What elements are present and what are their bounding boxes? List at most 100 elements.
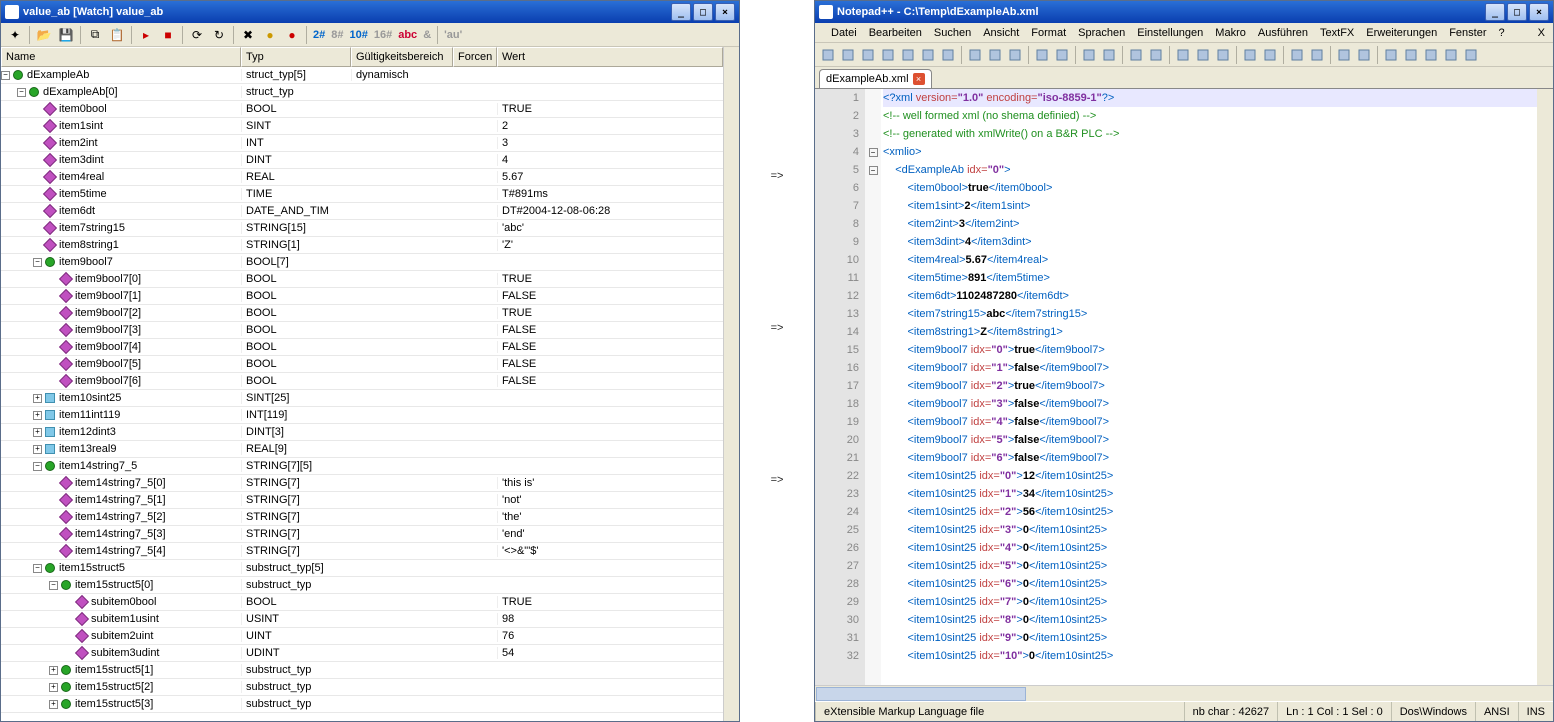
row-value[interactable]: FALSE [497,375,723,387]
menu-item[interactable]: Ausführen [1252,25,1314,41]
menu-item[interactable]: Suchen [928,25,977,41]
step-icon[interactable]: ⟳ [187,25,207,45]
table-row[interactable]: +item10sint25SINT[25] [1,390,723,407]
table-row[interactable]: item7string15STRING[15]'abc' [1,220,723,237]
print-icon[interactable] [939,46,957,64]
close-button[interactable]: × [1529,3,1549,21]
col-name[interactable]: Name [1,47,241,67]
table-row[interactable]: item6dtDATE_AND_TIMDT#2004-12-08-06:28 [1,203,723,220]
file-tab[interactable]: dExampleAb.xml × [819,69,932,88]
close-icon[interactable] [899,46,917,64]
tab-close-icon[interactable]: × [913,73,925,85]
fmt-hex[interactable]: 16# [372,29,394,41]
watch-titlebar[interactable]: value_ab [Watch] value_ab _ □ × [1,1,739,23]
table-row[interactable]: +item15struct5[3]substruct_typ [1,696,723,713]
row-value[interactable]: T#891ms [497,188,723,200]
fold-icon[interactable] [1288,46,1306,64]
expand-icon[interactable]: + [33,394,42,403]
col-gueltig[interactable]: Gültigkeitsbereich [351,47,453,67]
editor-vscroll[interactable] [1537,89,1553,685]
maximize-button[interactable]: □ [693,3,713,21]
table-row[interactable]: item9bool7[4]BOOLFALSE [1,339,723,356]
code-area[interactable]: <?xml version="1.0" encoding="iso-8859-1… [881,89,1537,685]
save-icon[interactable] [859,46,877,64]
open-icon[interactable] [839,46,857,64]
table-row[interactable]: item9bool7[1]BOOLFALSE [1,288,723,305]
fold-icon[interactable]: − [869,166,878,175]
table-row[interactable]: item9bool7[3]BOOLFALSE [1,322,723,339]
menu-item[interactable]: TextFX [1314,25,1360,41]
menu-item[interactable]: Sprachen [1072,25,1131,41]
expand-icon[interactable]: − [17,88,26,97]
save-icon[interactable]: 💾 [56,25,76,45]
table-row[interactable]: item14string7_5[0]STRING[7]'this is' [1,475,723,492]
table-row[interactable]: item14string7_5[1]STRING[7]'not' [1,492,723,509]
table-row[interactable]: item4realREAL5.67 [1,169,723,186]
refresh-icon[interactable]: ↻ [209,25,229,45]
row-value[interactable]: '<>&"'$' [497,545,723,557]
code-editor[interactable]: 1234567891011121314151617181920212223242… [815,89,1553,685]
copy-icon[interactable] [986,46,1004,64]
table-row[interactable]: −item15struct5[0]substruct_typ [1,577,723,594]
expand-icon[interactable]: + [33,428,42,437]
saveall-icon[interactable] [879,46,897,64]
row-value[interactable]: 'the' [497,511,723,523]
fold-gutter[interactable]: −− [865,89,881,685]
table-row[interactable]: subitem2uintUINT76 [1,628,723,645]
menu-item[interactable]: Ansicht [977,25,1025,41]
expand-icon[interactable]: + [49,666,58,675]
table-row[interactable]: item9bool7[6]BOOLFALSE [1,373,723,390]
expand-icon[interactable]: − [33,564,42,573]
row-value[interactable]: 'end' [497,528,723,540]
row-value[interactable]: 2 [497,120,723,132]
expand-icon[interactable]: + [49,683,58,692]
unfold-icon[interactable] [1308,46,1326,64]
row-value[interactable]: 'abc' [497,222,723,234]
replace-icon[interactable] [1100,46,1118,64]
row-value[interactable]: TRUE [497,103,723,115]
expand-icon[interactable]: − [33,462,42,471]
zoom-in-icon[interactable] [1127,46,1145,64]
row-value[interactable]: 'Z' [497,239,723,251]
table-row[interactable]: item0boolBOOLTRUE [1,101,723,118]
row-value[interactable]: 98 [497,613,723,625]
table-row[interactable]: −item15struct5substruct_typ[5] [1,560,723,577]
menu-item[interactable]: Fenster [1443,25,1492,41]
row-value[interactable]: TRUE [497,273,723,285]
new-icon[interactable] [819,46,837,64]
fmt-dec[interactable]: 10# [348,29,370,41]
table-row[interactable]: subitem3udintUDINT54 [1,645,723,662]
row-value[interactable]: TRUE [497,307,723,319]
row-value[interactable]: FALSE [497,324,723,336]
table-row[interactable]: +item15struct5[2]substruct_typ [1,679,723,696]
saverec-icon[interactable] [1462,46,1480,64]
stop-icon[interactable]: ■ [158,25,178,45]
table-row[interactable]: subitem1usintUSINT98 [1,611,723,628]
menu-item[interactable]: Einstellungen [1131,25,1209,41]
menu-item[interactable]: Datei [825,25,863,41]
table-row[interactable]: +item11int119INT[119] [1,407,723,424]
record-icon[interactable] [1382,46,1400,64]
minimize-button[interactable]: _ [1485,3,1505,21]
menu-item[interactable]: Makro [1209,25,1252,41]
table-row[interactable]: subitem0boolBOOLTRUE [1,594,723,611]
expand-icon[interactable]: − [33,258,42,267]
stop-icon[interactable] [1422,46,1440,64]
record-icon[interactable]: ▸ [136,25,156,45]
row-value[interactable]: 5.67 [497,171,723,183]
row-value[interactable]: 54 [497,647,723,659]
expand-icon[interactable]: − [1,71,10,80]
table-row[interactable]: item9bool7[2]BOOLTRUE [1,305,723,322]
zoom-out-icon[interactable] [1147,46,1165,64]
table-row[interactable]: −item9bool7BOOL[7] [1,254,723,271]
row-value[interactable]: FALSE [497,358,723,370]
npp-titlebar[interactable]: Notepad++ - C:\Temp\dExampleAb.xml _ □ × [815,1,1553,23]
expand-icon[interactable]: + [33,445,42,454]
table-row[interactable]: +item13real9REAL[9] [1,441,723,458]
row-value[interactable]: FALSE [497,341,723,353]
uncomment-icon[interactable] [1355,46,1373,64]
guides-icon[interactable] [1194,46,1212,64]
clear-icon[interactable]: ✖ [238,25,258,45]
table-row[interactable]: −item14string7_5STRING[7][5] [1,458,723,475]
fmt-amp[interactable]: & [421,29,433,41]
